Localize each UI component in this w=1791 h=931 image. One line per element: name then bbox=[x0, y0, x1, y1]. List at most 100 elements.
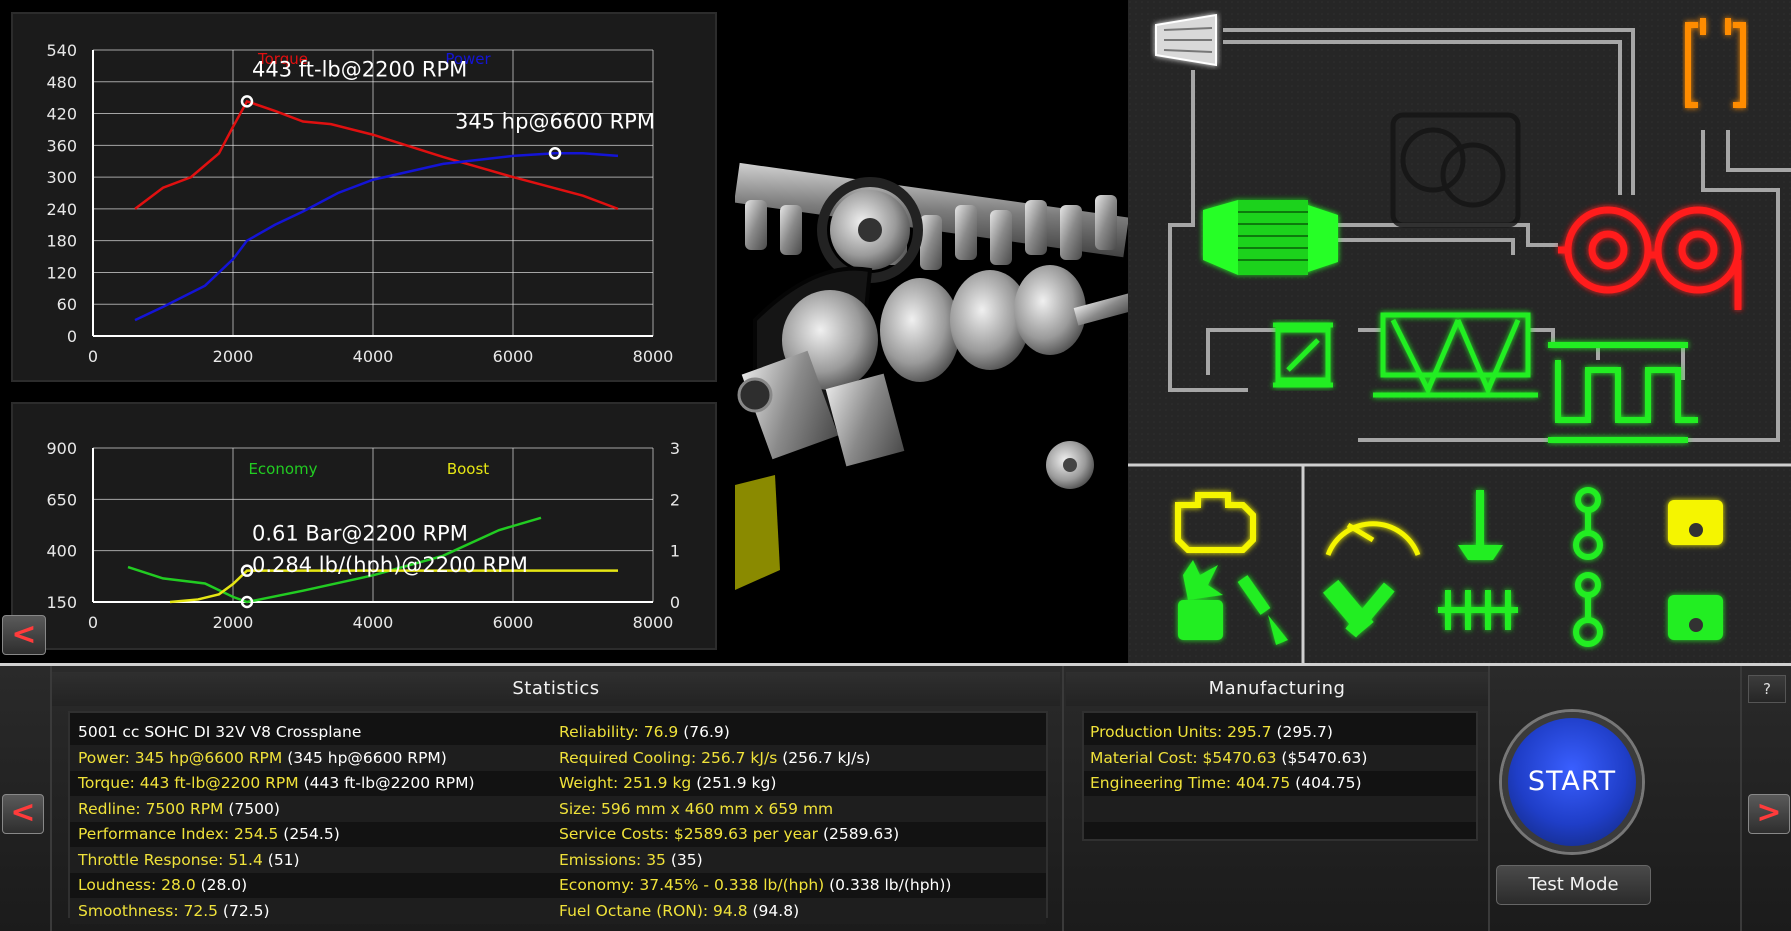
stat-right-cell: Economy: 37.45% - 0.338 lb/(hph) (0.338 … bbox=[559, 872, 951, 898]
torque-power-chart: 0 60 120 180 240 300 360 420 480 540 0 2000 4000 6000… bbox=[11, 12, 717, 382]
stat-left-cell: Smoothness: 72.5 (72.5) bbox=[78, 898, 270, 924]
panel-divider bbox=[1062, 666, 1064, 931]
engine-valvetrain bbox=[735, 162, 1128, 270]
stat-left-cell: Throttle Response: 51.4 (51) bbox=[78, 847, 300, 873]
y-tick-label: 240 bbox=[46, 200, 77, 219]
y-left-tick-label: 900 bbox=[46, 439, 77, 458]
stat-left-label: Performance Index: 254.5 bbox=[78, 825, 279, 843]
stat-right-value: (2589.63) bbox=[818, 825, 900, 843]
stat-left-cell: Performance Index: 254.5 (254.5) bbox=[78, 821, 340, 847]
y-left-tick-label: 400 bbox=[46, 542, 77, 561]
series-power-line bbox=[134, 152, 619, 322]
previous-page-button[interactable]: < bbox=[2, 794, 44, 834]
statistics-header: Statistics bbox=[52, 672, 1060, 706]
statistics-table: 5001 cc SOHC DI 32V V8 Crossplane Reliabi… bbox=[68, 711, 1048, 924]
stat-right-label: Service Costs: $2589.63 per year bbox=[559, 825, 819, 843]
stat-right-cell: Fuel Octane (RON): 94.8 (94.8) bbox=[559, 898, 799, 924]
stat-right-cell: Required Cooling: 256.7 kJ/s (256.7 kJ/s… bbox=[559, 745, 870, 771]
manuf-value: ($5470.63) bbox=[1276, 748, 1368, 767]
table-row: Smoothness: 72.5 (72.5) Fuel Octane (RON)… bbox=[70, 897, 1046, 924]
table-row bbox=[1084, 795, 1476, 822]
y-left-tick-label: 650 bbox=[46, 490, 77, 509]
x-tick-label: 8000 bbox=[633, 347, 674, 366]
oil-pan-shape bbox=[735, 475, 780, 590]
stat-left-cell: 5001 cc SOHC DI 32V V8 Crossplane bbox=[78, 719, 361, 745]
stat-left-cell: Power: 345 hp@6600 RPM (345 hp@6600 RPM) bbox=[78, 745, 447, 771]
stat-right-label: Fuel Octane (RON): 94.8 bbox=[559, 901, 748, 920]
manuf-label: Production Units: 295.7 bbox=[1090, 723, 1272, 741]
test-mode-button[interactable]: Test Mode bbox=[1496, 865, 1651, 905]
intercooler-part[interactable] bbox=[1203, 200, 1338, 275]
legend-economy: Economy bbox=[248, 460, 317, 478]
panel-divider bbox=[1488, 666, 1490, 931]
y-right-tick-label: 2 bbox=[670, 490, 680, 509]
table-row bbox=[1084, 821, 1476, 847]
manuf-label: Engineering Time: 404.75 bbox=[1090, 774, 1291, 792]
app-root: 0 60 120 180 240 300 360 420 480 540 0 2000 4000 6000… bbox=[0, 0, 1791, 931]
x-tick-label: 0 bbox=[88, 347, 98, 366]
manufacturing-table: Production Units: 295.7 (295.7) Material … bbox=[1082, 711, 1478, 841]
x-tick-label: 2000 bbox=[213, 613, 254, 632]
engine-3d-view[interactable] bbox=[735, 0, 1128, 663]
stat-right-cell: Service Costs: $2589.63 per year (2589.6… bbox=[559, 821, 899, 847]
y-tick-label: 300 bbox=[46, 168, 77, 187]
stat-left-value: (72.5) bbox=[217, 901, 270, 920]
stat-left-value: (345 hp@6600 RPM) bbox=[282, 748, 447, 767]
stat-right-cell: Size: 596 mm x 460 mm x 659 mm bbox=[559, 796, 833, 822]
manuf-cell: Production Units: 295.7 (295.7) bbox=[1090, 719, 1333, 745]
stat-right-value: (35) bbox=[665, 850, 703, 869]
stat-right-label: Economy: 37.45% - 0.338 lb/(hph) bbox=[559, 876, 825, 894]
y-right-tick-label: 3 bbox=[670, 439, 680, 458]
y-right-tick-label: 1 bbox=[670, 542, 680, 561]
table-row: Material Cost: $5470.63 ($5470.63) bbox=[1084, 744, 1476, 771]
start-button[interactable]: START bbox=[1502, 712, 1642, 852]
stat-right-value: (256.7 kJ/s) bbox=[777, 748, 871, 767]
chart-back-button[interactable]: < bbox=[2, 615, 46, 655]
y-tick-label: 0 bbox=[67, 327, 77, 346]
stat-right-value: (0.338 lb/(hph)) bbox=[824, 876, 952, 894]
piston-icon[interactable] bbox=[1668, 500, 1723, 545]
x-tick-label: 8000 bbox=[633, 613, 674, 632]
stat-left-label: Redline: 7500 RPM bbox=[78, 799, 224, 818]
stat-left-value: (7500) bbox=[223, 799, 280, 818]
x-tick-label: 0 bbox=[88, 613, 98, 632]
piston-green-icon[interactable] bbox=[1668, 595, 1723, 640]
manuf-cell: Material Cost: $5470.63 ($5470.63) bbox=[1090, 745, 1367, 771]
table-row: Redline: 7500 RPM (7500) Size: 596 mm x 4… bbox=[70, 795, 1046, 822]
manuf-cell: Engineering Time: 404.75 (404.75) bbox=[1090, 770, 1362, 796]
stat-right-cell: Emissions: 35 (35) bbox=[559, 847, 703, 873]
stat-left-value: (51) bbox=[262, 850, 300, 869]
manuf-value: (404.75) bbox=[1290, 774, 1362, 792]
annotation-label: 345 hp@6600 RPM bbox=[455, 109, 655, 133]
stat-right-value: (94.8) bbox=[747, 901, 800, 920]
next-page-button[interactable]: > bbox=[1748, 794, 1790, 834]
table-row: Performance Index: 254.5 (254.5) Service … bbox=[70, 821, 1046, 847]
manufacturing-header: Manufacturing bbox=[1066, 672, 1488, 706]
annotation-label: 0.284 lb/(hph)@2200 RPM bbox=[252, 553, 528, 577]
engine-render bbox=[735, 162, 1128, 590]
help-button[interactable]: ? bbox=[1748, 675, 1786, 703]
y-tick-label: 60 bbox=[57, 295, 77, 314]
x-tick-label: 2000 bbox=[213, 347, 254, 366]
y-tick-label: 480 bbox=[46, 73, 77, 92]
table-row: Throttle Response: 51.4 (51) Emissions: 3… bbox=[70, 846, 1046, 873]
x-tick-label: 6000 bbox=[493, 347, 534, 366]
torque-power-chart-svg: 0 60 120 180 240 300 360 420 480 540 0 2000 4000 6000… bbox=[46, 41, 674, 366]
y-tick-label: 120 bbox=[46, 263, 77, 282]
stat-right-cell: Weight: 251.9 kg (251.9 kg) bbox=[559, 770, 776, 796]
panel-divider bbox=[1740, 666, 1742, 931]
table-row: Power: 345 hp@6600 RPM (345 hp@6600 RPM)… bbox=[70, 744, 1046, 771]
y-tick-label: 540 bbox=[46, 41, 77, 60]
stat-right-label: Emissions: 35 bbox=[559, 850, 666, 869]
stat-left-value: (28.0) bbox=[195, 876, 248, 894]
economy-boost-chart-svg: 150 400 650 900 0 1 2 3 0 2000 4000 6000 8000 Economy… bbox=[46, 439, 680, 632]
manuf-label: Material Cost: $5470.63 bbox=[1090, 748, 1277, 767]
engine-parts-schematic bbox=[1128, 0, 1791, 663]
stat-left-label: Throttle Response: 51.4 bbox=[78, 850, 263, 869]
y-tick-label: 180 bbox=[46, 232, 77, 251]
air-filter-part[interactable] bbox=[1155, 13, 1217, 67]
y-right-tick-label: 0 bbox=[670, 593, 680, 612]
table-row: Production Units: 295.7 (295.7) bbox=[1084, 719, 1476, 745]
stat-left-value: (443 ft-lb@2200 RPM) bbox=[298, 774, 475, 792]
stat-left-label: Torque: 443 ft-lb@2200 RPM bbox=[78, 774, 299, 792]
